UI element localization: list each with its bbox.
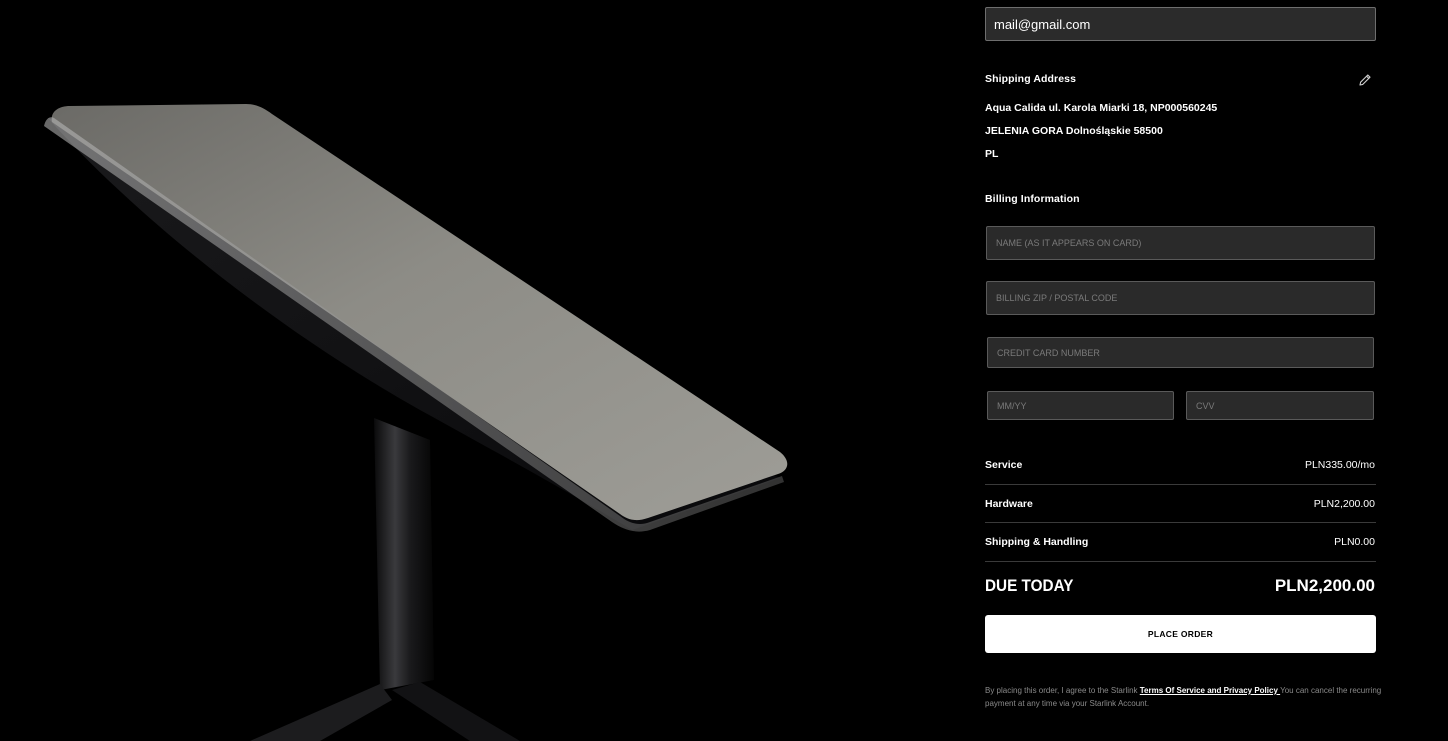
due-today-label: DUE TODAY <box>985 576 1074 595</box>
terms-link[interactable]: Terms Of Service and Privacy Policy <box>1140 686 1280 695</box>
service-label: Service <box>985 459 1023 471</box>
legal-prefix: By placing this order, I agree to the St… <box>985 686 1140 695</box>
shipping-address-title: Shipping Address <box>985 73 1077 85</box>
service-price: PLN335.00/mo <box>1304 459 1375 471</box>
divider <box>985 561 1376 562</box>
address-line-3: PL <box>985 148 999 160</box>
legal-notice: By placing this order, I agree to the St… <box>985 684 1385 710</box>
address-line-2: JELENIA GORA Dolnośląskie 58500 <box>985 125 1163 137</box>
divider <box>985 522 1376 523</box>
starlink-dish-image <box>0 0 960 741</box>
service-row: Service PLN335.00/mo <box>985 459 1376 479</box>
credit-card-number-field[interactable] <box>987 337 1374 368</box>
shipping-handling-label: Shipping & Handling <box>985 536 1089 548</box>
due-today-amount: PLN2,200.00 <box>1274 576 1375 595</box>
billing-zip-field[interactable] <box>986 281 1375 315</box>
pencil-icon[interactable] <box>1357 72 1373 88</box>
cvv-field[interactable] <box>1186 391 1374 420</box>
shipping-handling-price: PLN0.00 <box>1334 536 1375 548</box>
checkout-panel: Shipping Address Aqua Calida ul. Karola … <box>985 0 1381 741</box>
expiry-field[interactable] <box>987 391 1174 420</box>
hardware-label: Hardware <box>985 498 1033 510</box>
place-order-button[interactable]: PLACE ORDER <box>985 615 1376 653</box>
shipping-handling-row: Shipping & Handling PLN0.00 <box>985 536 1376 556</box>
address-line-1: Aqua Calida ul. Karola Miarki 18, NP0005… <box>985 102 1218 114</box>
hardware-row: Hardware PLN2,200.00 <box>985 498 1376 518</box>
hardware-price: PLN2,200.00 <box>1313 498 1375 510</box>
billing-information-title: Billing Information <box>985 193 1080 205</box>
email-field[interactable] <box>985 7 1376 41</box>
checkout-page: Shipping Address Aqua Calida ul. Karola … <box>0 0 1448 741</box>
cardholder-name-field[interactable] <box>986 226 1375 260</box>
divider <box>985 484 1376 485</box>
